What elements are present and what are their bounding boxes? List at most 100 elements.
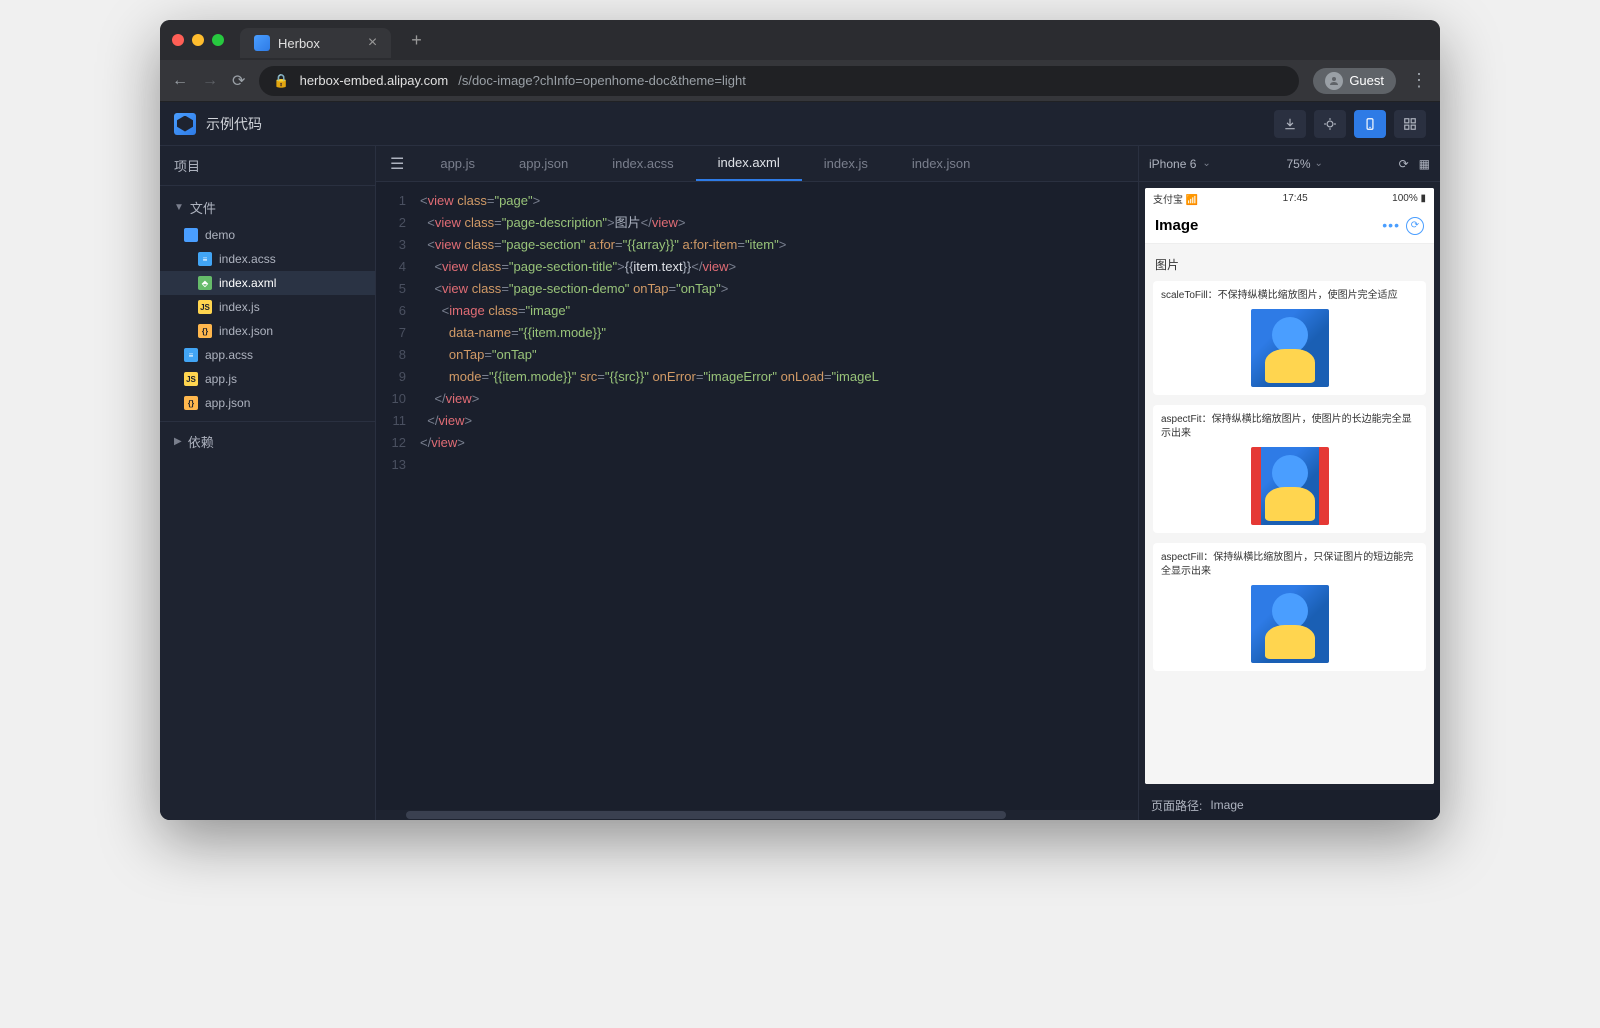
folder-demo[interactable]: demo <box>160 223 375 247</box>
preview-footer: 页面路径: Image <box>1139 790 1440 820</box>
code-line: 9 mode="{{item.mode}}" src="{{src}}" onE… <box>376 366 1138 388</box>
card-title: aspectFill：保持纵横比缩放图片，只保证图片的短边能完全显示出来 <box>1161 551 1418 579</box>
titlebar: Herbox × + <box>160 20 1440 60</box>
code-line: 2 <view class="page-description">图片</vie… <box>376 212 1138 234</box>
url-input[interactable]: 🔒 herbox-embed.alipay.com/s/doc-image?ch… <box>259 66 1299 96</box>
phone-frame: 支付宝 📶 17:45 100% ▮ Image ••• ⟳ 图片 scaleT… <box>1145 188 1434 784</box>
card-title: scaleToFill：不保持纵横比缩放图片，使图片完全适应 <box>1161 289 1418 303</box>
deps-label: 依赖 <box>188 432 214 451</box>
forward-button[interactable]: → <box>202 72 218 90</box>
css-file-icon: ≡ <box>198 252 212 266</box>
browser-tab[interactable]: Herbox × <box>240 28 391 58</box>
image-mode-card[interactable]: aspectFit：保持纵横比缩放图片，使图片的长边能完全显示出来 <box>1153 405 1426 533</box>
code-line: 1<view class="page"> <box>376 190 1138 212</box>
main-area: 项目 ▼ 文件 demo ≡index.acss⬘index.axmlJSind… <box>160 146 1440 820</box>
code-line: 13 <box>376 454 1138 476</box>
url-host: herbox-embed.alipay.com <box>300 73 449 88</box>
image-mode-card[interactable]: aspectFill：保持纵横比缩放图片，只保证图片的短边能完全显示出来 <box>1153 543 1426 671</box>
chevron-down-icon: ▼ <box>174 202 184 213</box>
editor-tab-index-js[interactable]: index.js <box>802 146 890 181</box>
download-button[interactable] <box>1274 110 1306 138</box>
toolbar <box>1274 110 1426 138</box>
maximize-icon[interactable] <box>212 34 224 46</box>
profile-button[interactable]: Guest <box>1313 68 1396 94</box>
js-file-icon: JS <box>198 300 212 314</box>
reload-button[interactable]: ⟳ <box>232 71 245 91</box>
status-time: 17:45 <box>1283 193 1308 204</box>
new-tab-button[interactable]: + <box>411 30 422 51</box>
app-logo-icon <box>174 113 196 135</box>
file-name: index.json <box>219 324 273 338</box>
minimize-icon[interactable] <box>192 34 204 46</box>
editor-tab-index-acss[interactable]: index.acss <box>590 146 695 181</box>
file-index-json[interactable]: {}index.json <box>160 319 375 343</box>
herbox-app: 示例代码 项目 <box>160 102 1440 820</box>
device-selector[interactable]: iPhone 6 ⌄ <box>1149 157 1211 171</box>
axml-file-icon: ⬘ <box>198 276 212 290</box>
mobile-preview-button[interactable] <box>1354 110 1386 138</box>
lock-icon: 🔒 <box>273 73 289 89</box>
grid-icon[interactable]: ▦ <box>1419 157 1430 171</box>
chevron-down-icon: ⌄ <box>1315 158 1323 169</box>
close-icon[interactable] <box>172 34 184 46</box>
project-header: 项目 <box>160 146 375 186</box>
file-name: index.axml <box>219 276 276 290</box>
code-line: 8 onTap="onTap" <box>376 344 1138 366</box>
folder-name: demo <box>205 228 235 242</box>
editor-tab-index-axml[interactable]: index.axml <box>696 146 802 181</box>
editor-tab-index-json[interactable]: index.json <box>890 146 993 181</box>
preview-panel: iPhone 6 ⌄ 75% ⌄ ⟳ ▦ 支付宝 📶 17:4 <box>1138 146 1440 820</box>
editor-tab-app-js[interactable]: app.js <box>418 146 497 181</box>
browser-menu-button[interactable]: ⋮ <box>1410 70 1428 91</box>
files-section-header[interactable]: ▼ 文件 <box>160 192 375 223</box>
app-title-text: 示例代码 <box>206 114 262 134</box>
css-file-icon: ≡ <box>184 348 198 362</box>
editor-menu-icon[interactable]: ☰ <box>376 154 418 174</box>
carrier: 支付宝 📶 <box>1153 191 1198 206</box>
more-icon[interactable]: ••• <box>1382 217 1400 235</box>
code-line: 3 <view class="page-section" a:for="{{ar… <box>376 234 1138 256</box>
file-name: app.acss <box>205 348 253 362</box>
editor: ☰ app.jsapp.jsonindex.acssindex.axmlinde… <box>376 146 1138 820</box>
phone-body[interactable]: 图片 scaleToFill：不保持纵横比缩放图片，使图片完全适应aspectF… <box>1145 244 1434 784</box>
file-index-acss[interactable]: ≡index.acss <box>160 247 375 271</box>
guest-label: Guest <box>1349 73 1384 88</box>
file-tree: ▼ 文件 demo ≡index.acss ⬘ index.axml JS index.… <box>160 186 375 463</box>
file-app-acss[interactable]: ≡ app.acss <box>160 343 375 367</box>
file-name: app.json <box>205 396 250 410</box>
file-app-json[interactable]: {} app.json <box>160 391 375 415</box>
avatar-icon <box>1325 72 1343 90</box>
device-name: iPhone 6 <box>1149 157 1196 171</box>
grid-button[interactable] <box>1394 110 1426 138</box>
preview-tools: ⟳ ▦ <box>1399 157 1430 171</box>
file-index-axml[interactable]: ⬘ index.axml <box>160 271 375 295</box>
url-path: /s/doc-image?chInfo=openhome-doc&theme=l… <box>458 73 746 88</box>
horizontal-scrollbar[interactable] <box>376 810 1138 820</box>
close-circle-icon[interactable]: ⟳ <box>1406 217 1424 235</box>
code-editor[interactable]: 1<view class="page">2 <view class="page-… <box>376 182 1138 810</box>
code-line: 10 </view> <box>376 388 1138 410</box>
zoom-selector[interactable]: 75% ⌄ <box>1286 157 1322 171</box>
card-title: aspectFit：保持纵横比缩放图片，使图片的长边能完全显示出来 <box>1161 413 1418 441</box>
tab-close-icon[interactable]: × <box>368 34 377 52</box>
file-app-js[interactable]: JSapp.js <box>160 367 375 391</box>
image-mode-card[interactable]: scaleToFill：不保持纵横比缩放图片，使图片完全适应 <box>1153 281 1426 395</box>
code-line: 5 <view class="page-section-demo" onTap=… <box>376 278 1138 300</box>
code-line: 4 <view class="page-section-title">{{ite… <box>376 256 1138 278</box>
zoom-level: 75% <box>1286 157 1310 171</box>
code-line: 6 <image class="image" <box>376 300 1138 322</box>
back-button[interactable]: ← <box>172 72 188 90</box>
preview-header: iPhone 6 ⌄ 75% ⌄ ⟳ ▦ <box>1139 146 1440 182</box>
file-index-js[interactable]: JS index.js <box>160 295 375 319</box>
editor-tab-app-json[interactable]: app.json <box>497 146 590 181</box>
theme-button[interactable] <box>1314 110 1346 138</box>
refresh-button[interactable]: ⟳ <box>1399 157 1409 171</box>
deps-section-header[interactable]: ▶ 依赖 <box>160 421 375 457</box>
json-file-icon: {} <box>184 396 198 410</box>
editor-tabs: ☰ app.jsapp.jsonindex.acssindex.axmlinde… <box>376 146 1138 182</box>
file-name: index.js <box>219 300 260 314</box>
code-line: 7 data-name="{{item.mode}}" <box>376 322 1138 344</box>
app-title: 示例代码 <box>174 113 262 135</box>
code-line: 12</view> <box>376 432 1138 454</box>
chevron-right-icon: ▶ <box>174 436 182 447</box>
